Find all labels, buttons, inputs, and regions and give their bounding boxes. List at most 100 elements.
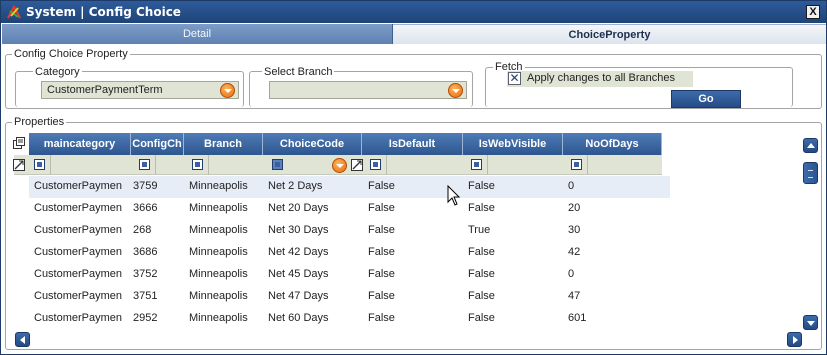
cell-maincategory: CustomerPaymen	[34, 224, 123, 236]
mouse-cursor-icon	[447, 185, 461, 206]
column-header-maincategory[interactable]: maincategory	[29, 133, 131, 155]
filter-separator	[50, 155, 51, 175]
column-header-iswebvisible[interactable]: IsWebVisible	[463, 133, 563, 155]
filter-noofdays[interactable]	[571, 159, 582, 170]
cell-configch: 3752	[133, 268, 158, 280]
select-branch-label: Select Branch	[262, 66, 335, 78]
cell-isdefault: False	[368, 312, 395, 324]
scroll-up-button[interactable]	[803, 138, 818, 153]
cell-iswebvisible: False	[468, 246, 495, 258]
cell-maincategory: CustomerPaymen	[34, 268, 123, 280]
cell-configch: 3751	[133, 290, 158, 302]
scroll-right-button[interactable]	[787, 332, 802, 347]
cell-isdefault: False	[368, 290, 395, 302]
cell-noofdays: 30	[568, 224, 581, 236]
cell-isdefault: False	[368, 224, 395, 236]
cell-iswebvisible: False	[468, 268, 495, 280]
select-branch-combo[interactable]	[269, 81, 467, 99]
filter-choicecode[interactable]	[272, 159, 283, 170]
tab-bar: Detail ChoiceProperty	[2, 24, 826, 44]
cell-maincategory: CustomerPaymen	[34, 290, 123, 302]
horizontal-scrollbar[interactable]	[15, 332, 803, 347]
filter-separator	[587, 155, 588, 175]
column-header-isdefault[interactable]: IsDefault	[362, 133, 463, 155]
close-button[interactable]: X	[806, 5, 820, 19]
cell-iswebvisible: False	[468, 290, 495, 302]
cell-configch: 2952	[133, 312, 158, 324]
filter-separator	[487, 155, 488, 175]
cell-configch: 3686	[133, 246, 158, 258]
vertical-scrollbar[interactable]	[803, 138, 819, 331]
orange-dropdown-icon[interactable]	[332, 158, 347, 173]
cell-branch: Minneapolis	[189, 312, 248, 324]
tab-detail[interactable]: Detail	[2, 24, 393, 44]
filter-clear-icon[interactable]	[13, 159, 25, 171]
cell-choicecode: Net 60 Days	[268, 312, 329, 324]
config-choice-window: System | Config Choice X Detail ChoicePr…	[0, 0, 827, 355]
title-bar[interactable]: System | Config Choice X	[1, 1, 826, 23]
column-header-branch[interactable]: Branch	[184, 133, 263, 155]
scroll-left-button[interactable]	[15, 332, 30, 347]
cell-iswebvisible: True	[468, 224, 491, 236]
category-combo[interactable]: CustomerPaymentTerm	[41, 81, 239, 99]
scroll-down-button[interactable]	[803, 315, 818, 330]
filter-separator	[386, 155, 387, 175]
table-row[interactable]: CustomerPaymen 3751 Minneapolis Net 47 Days…	[29, 286, 670, 308]
column-header-noofdays[interactable]: NoOfDays	[563, 133, 662, 155]
table-row[interactable]: CustomerPaymen 3686 Minneapolis Net 42 Days…	[29, 242, 670, 264]
properties-grid: maincategory ConfigCh Branch ChoiceCode …	[9, 131, 821, 346]
filter-isdefault[interactable]	[370, 159, 381, 170]
cell-configch: 3759	[133, 180, 158, 192]
cell-branch: Minneapolis	[189, 268, 248, 280]
system-app-icon	[7, 4, 21, 19]
filter-clear-icon[interactable]	[351, 159, 363, 171]
filter-iswebvisible[interactable]	[471, 159, 482, 170]
cell-noofdays: 47	[568, 290, 581, 302]
window-title: System | Config Choice	[26, 5, 181, 19]
properties-legend: Properties	[12, 116, 67, 128]
filter-separator	[208, 155, 209, 175]
cell-maincategory: CustomerPaymen	[34, 202, 123, 214]
column-chooser-icon[interactable]	[13, 137, 25, 149]
tab-choice-property[interactable]: ChoiceProperty	[393, 24, 826, 44]
cell-choicecode: Net 30 Days	[268, 224, 329, 236]
apply-all-branches-label: Apply changes to all Branches	[527, 72, 675, 84]
config-choice-property-legend: Config Choice Property	[12, 48, 130, 60]
cell-choicecode: Net 47 Days	[268, 290, 329, 302]
filter-separator	[155, 155, 156, 175]
cell-branch: Minneapolis	[189, 224, 248, 236]
cell-maincategory: CustomerPaymen	[34, 246, 123, 258]
apply-all-branches-checkbox[interactable]: ✕	[508, 72, 521, 85]
column-header-configch[interactable]: ConfigCh	[131, 133, 184, 155]
table-row[interactable]: CustomerPaymen 3752 Minneapolis Net 45 Days…	[29, 264, 670, 286]
orange-dropdown-icon[interactable]	[448, 83, 463, 98]
cell-noofdays: 20	[568, 202, 581, 214]
table-row[interactable]: CustomerPaymen 2952 Minneapolis Net 60 Days…	[29, 308, 670, 330]
cell-isdefault: False	[368, 246, 395, 258]
cell-choicecode: Net 20 Days	[268, 202, 329, 214]
cell-choicecode: Net 45 Days	[268, 268, 329, 280]
cell-maincategory: CustomerPaymen	[34, 180, 123, 192]
cell-isdefault: False	[368, 268, 395, 280]
cell-noofdays: 0	[568, 180, 575, 192]
table-row[interactable]: CustomerPaymen 3666 Minneapolis Net 20 Days…	[29, 198, 670, 220]
cell-branch: Minneapolis	[189, 202, 248, 214]
filter-branch[interactable]	[192, 159, 203, 170]
cell-iswebvisible: False	[468, 180, 495, 192]
filter-row	[13, 155, 662, 175]
table-row[interactable]: CustomerPaymen 268 Minneapolis Net 30 Days F…	[29, 220, 670, 242]
cell-choicecode: Net 42 Days	[268, 246, 329, 258]
table-row[interactable]: CustomerPaymen 3759 Minneapolis Net 2 Days F…	[29, 176, 670, 198]
cell-iswebvisible: False	[468, 202, 495, 214]
apply-all-branches-row[interactable]: ✕ Apply changes to all Branches	[507, 71, 693, 87]
orange-dropdown-icon[interactable]	[220, 83, 235, 98]
cell-branch: Minneapolis	[189, 246, 248, 258]
cell-branch: Minneapolis	[189, 290, 248, 302]
column-header-choicecode[interactable]: ChoiceCode	[263, 133, 362, 155]
category-label: Category	[33, 66, 82, 78]
filter-configch[interactable]	[139, 159, 150, 170]
go-button[interactable]: Go	[671, 90, 741, 108]
cell-configch: 3666	[133, 202, 158, 214]
vertical-scroll-thumb[interactable]	[803, 162, 818, 184]
filter-maincategory[interactable]	[34, 159, 45, 170]
